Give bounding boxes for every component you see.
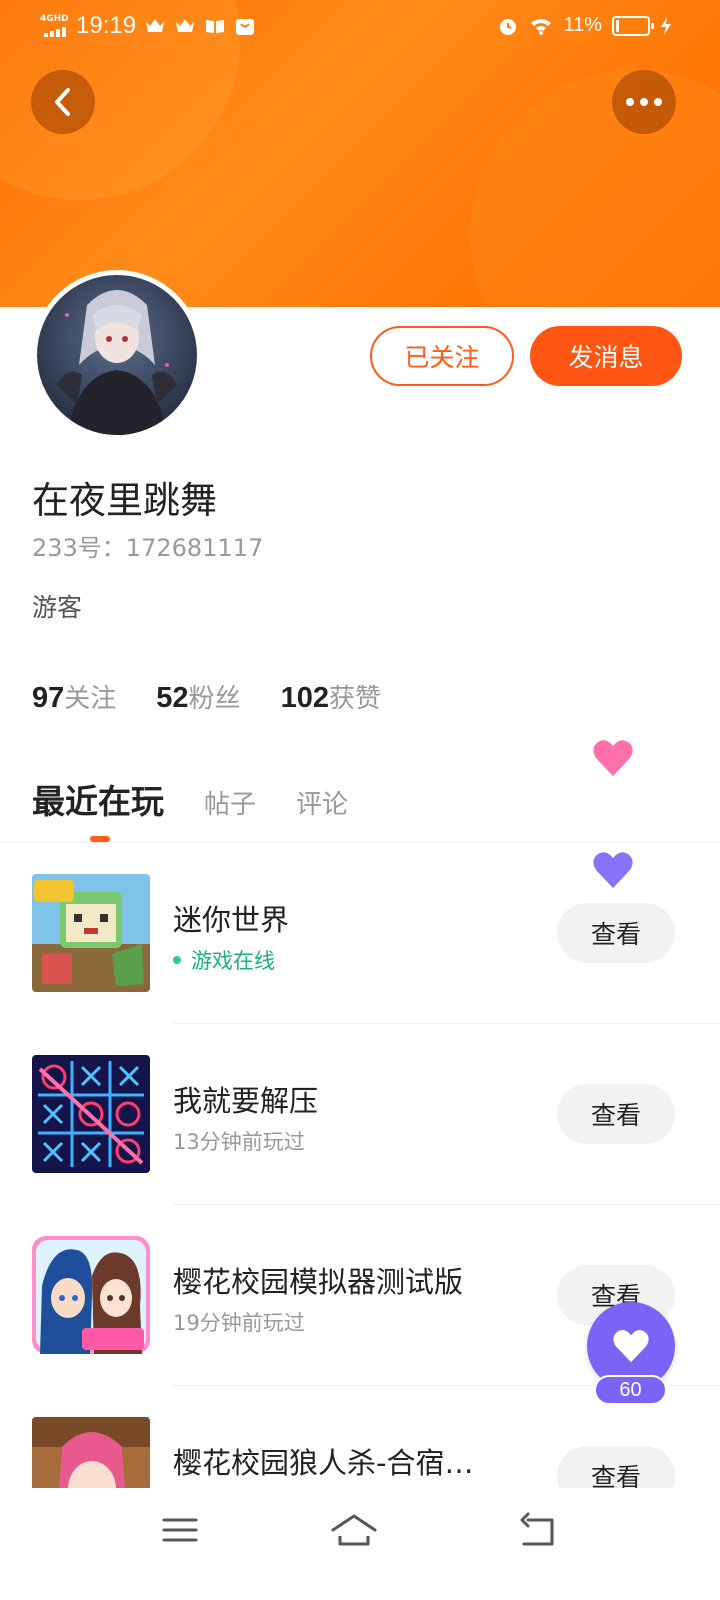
stat-label: 获赞 bbox=[328, 684, 381, 714]
alarm-icon bbox=[500, 18, 517, 35]
game-icon-mini-world bbox=[32, 874, 150, 992]
list-item[interactable]: 我就要解压 13分钟前玩过 查看 bbox=[0, 1024, 720, 1205]
stat-fans[interactable]: 52粉丝 bbox=[156, 678, 240, 715]
shopping-bag-icon bbox=[236, 19, 255, 35]
game-title: 樱花校园模拟器测试版 bbox=[173, 1265, 464, 1299]
more-dots-icon bbox=[626, 98, 662, 106]
home-icon[interactable] bbox=[330, 1510, 378, 1550]
game-icon-tic-tac-toe bbox=[32, 1055, 150, 1173]
avatar-image bbox=[37, 275, 197, 435]
network-label: 4GHD bbox=[40, 14, 69, 24]
wifi-icon bbox=[531, 18, 552, 35]
crown-icon bbox=[176, 19, 195, 32]
tab-recently-played[interactable]: 最近在玩 bbox=[32, 775, 164, 823]
status-bar: 4GHD 19:19 11% bbox=[0, 0, 720, 56]
game-last-played: 19分钟前玩过 bbox=[173, 1311, 305, 1335]
status-right: 11% bbox=[497, 14, 672, 37]
following-button[interactable]: 已关注 bbox=[370, 326, 514, 386]
online-dot-icon bbox=[173, 956, 181, 964]
user-name: 在夜里跳舞 bbox=[32, 479, 217, 522]
crown-icon bbox=[146, 19, 165, 32]
stat-likes[interactable]: 102获赞 bbox=[281, 678, 381, 715]
network-indicator: 4GHD bbox=[40, 13, 69, 39]
stat-number: 102 bbox=[280, 682, 329, 714]
tab-posts[interactable]: 帖子 bbox=[204, 784, 256, 821]
book-icon bbox=[206, 20, 225, 33]
stat-label: 关注 bbox=[64, 684, 117, 714]
battery-icon bbox=[612, 15, 654, 36]
battery-level bbox=[616, 19, 619, 32]
profile-stats: 97关注 52粉丝 102获赞 bbox=[32, 678, 381, 715]
stat-following[interactable]: 97关注 bbox=[32, 678, 116, 715]
back-nav-icon[interactable] bbox=[516, 1510, 564, 1550]
game-last-played: 13分钟前玩过 bbox=[173, 1130, 305, 1154]
game-title: 迷你世界 bbox=[173, 903, 290, 937]
stat-number: 52 bbox=[156, 682, 189, 714]
heart-icon bbox=[593, 852, 633, 888]
header-glow bbox=[470, 70, 720, 307]
battery-percent: 11% bbox=[563, 14, 602, 36]
menu-icon[interactable] bbox=[158, 1510, 206, 1550]
charging-icon bbox=[661, 16, 671, 35]
heart-icon bbox=[613, 1329, 649, 1363]
avatar[interactable] bbox=[32, 270, 202, 440]
game-title: 我就要解压 bbox=[173, 1084, 319, 1118]
status-left: 4GHD 19:19 bbox=[40, 12, 256, 40]
game-status: 游戏在线 bbox=[173, 945, 275, 975]
signal-bars-icon bbox=[44, 27, 66, 37]
clock: 19:19 bbox=[76, 12, 137, 39]
view-button[interactable]: 查看 bbox=[557, 1446, 675, 1488]
game-icon-sakura-werewolf bbox=[32, 1417, 150, 1488]
view-button[interactable]: 查看 bbox=[557, 1084, 675, 1144]
more-button[interactable] bbox=[612, 70, 676, 134]
chevron-left-icon bbox=[55, 88, 70, 116]
send-message-button[interactable]: 发消息 bbox=[530, 326, 682, 386]
view-button[interactable]: 查看 bbox=[557, 903, 675, 963]
profile-tabs: 最近在玩 帖子 评论 bbox=[32, 775, 348, 823]
game-status-text: 游戏在线 bbox=[191, 949, 275, 973]
tab-comments[interactable]: 评论 bbox=[296, 784, 348, 821]
heart-icon bbox=[593, 740, 633, 776]
game-icon-sakura-school bbox=[32, 1236, 150, 1354]
back-button[interactable] bbox=[31, 70, 95, 134]
stat-number: 97 bbox=[32, 682, 65, 714]
like-count-badge: 60 bbox=[594, 1375, 667, 1405]
user-id: 233号：172681117 bbox=[32, 534, 264, 562]
system-nav-bar bbox=[0, 1488, 720, 1600]
user-role: 游客 bbox=[32, 593, 83, 622]
game-title: 樱花校园狼人杀-合宿… bbox=[173, 1446, 474, 1480]
stat-label: 粉丝 bbox=[188, 684, 241, 714]
